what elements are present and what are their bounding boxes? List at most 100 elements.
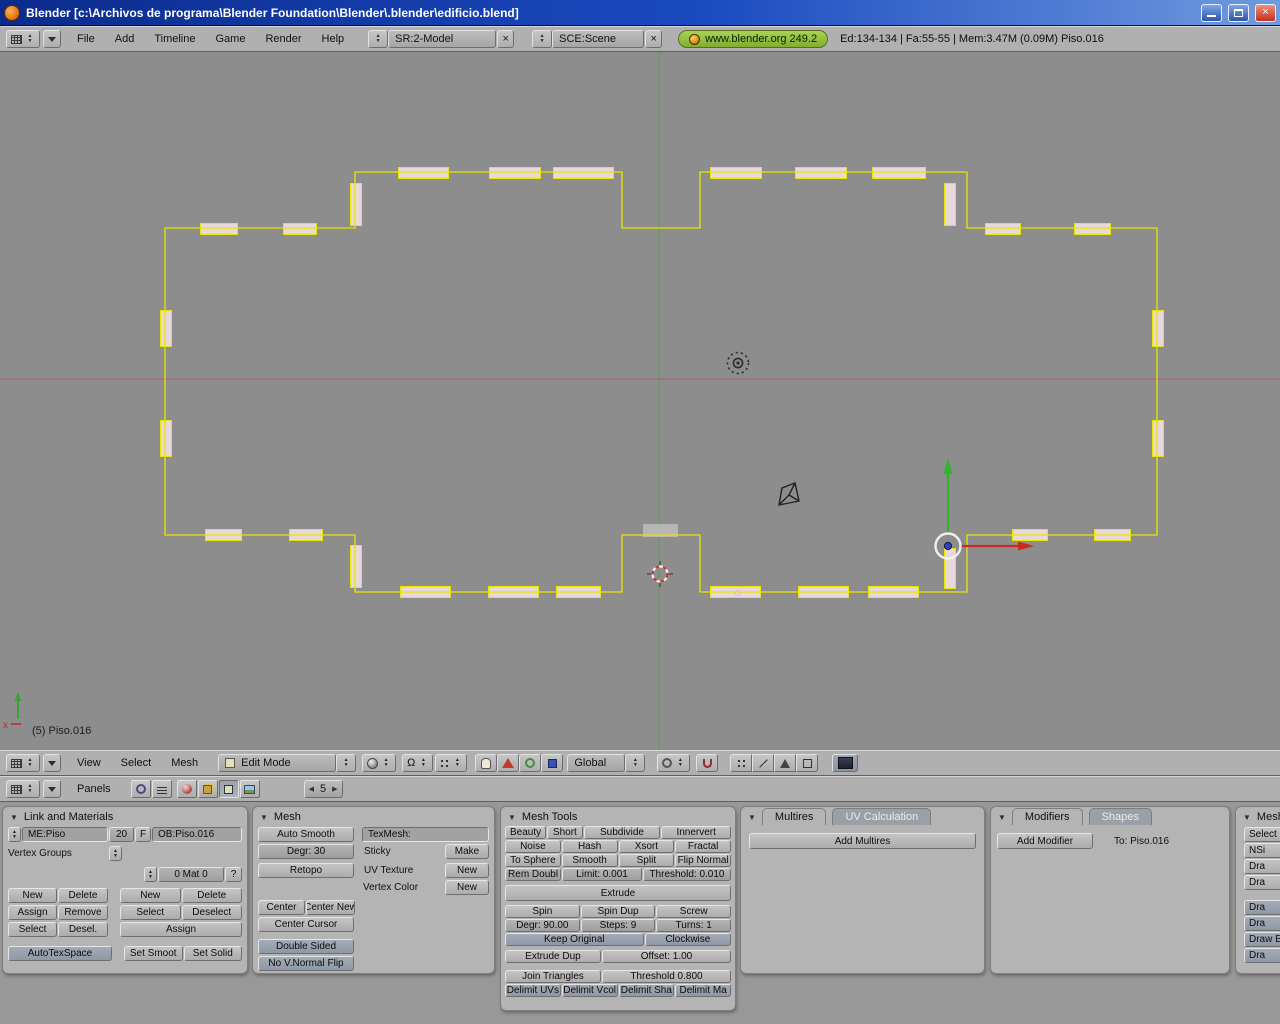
button-fractal[interactable]: Fractal (675, 840, 731, 853)
button-subdivide[interactable]: Subdivide (583, 826, 661, 839)
button-xsort[interactable]: Xsort (618, 840, 675, 853)
window-face[interactable] (1074, 223, 1111, 235)
window-face[interactable] (553, 167, 614, 179)
window-face[interactable] (944, 548, 956, 589)
center-cursor-button[interactable]: Center Cursor (258, 917, 354, 932)
scene-browse-button[interactable]: ▲ ▼ (532, 30, 553, 48)
collapse-triangle-icon[interactable]: ▼ (260, 813, 268, 825)
orbit-dropdown[interactable]: ▲ ▼ (435, 754, 468, 772)
vgroup-assign-button[interactable]: Assign (8, 905, 57, 920)
material-index-button[interactable]: 0 Mat 0 (158, 867, 224, 882)
double-sided-button[interactable]: Double Sided (258, 939, 354, 954)
menu-help[interactable]: Help (312, 33, 355, 45)
render-preview-button[interactable] (832, 754, 859, 772)
auto-smooth-button[interactable]: Auto Smooth (258, 827, 354, 842)
button-to-sphere[interactable]: To Sphere (505, 854, 561, 867)
button-split[interactable]: Split (618, 854, 675, 867)
transform-manipulator[interactable] (934, 458, 1035, 560)
button-turns-1[interactable]: Turns: 1 (656, 919, 732, 932)
close-button[interactable]: × (1255, 3, 1276, 22)
button-short[interactable]: Short (547, 826, 583, 839)
frame-number-field[interactable]: ◀ 5 ▶ (303, 780, 343, 798)
editing-context-button[interactable] (218, 780, 239, 798)
viewport-canvas[interactable]: x (5) Piso.016 (0, 52, 1280, 750)
screen-delete-button[interactable]: × (497, 30, 515, 48)
vgroup-remove-button[interactable]: Remove (58, 905, 108, 920)
degr-field[interactable]: Degr: 30 (258, 844, 354, 859)
proportional-edit-dropdown[interactable]: ▲ ▼ (657, 754, 691, 772)
material-deselect-button[interactable]: Deselect (181, 905, 242, 920)
viewport-type-button[interactable]: ▲ ▼ (6, 754, 40, 772)
material-new-button[interactable]: New (120, 888, 181, 903)
tab-multires[interactable]: Multires (761, 808, 827, 825)
window-face[interactable] (985, 223, 1021, 235)
set-smooth-button[interactable]: Set Smoot (124, 946, 183, 961)
window-face[interactable] (200, 223, 238, 235)
vertex-select-button[interactable] (730, 754, 753, 772)
script-context-button[interactable] (151, 780, 172, 798)
material-delete-button[interactable]: Delete (181, 888, 242, 903)
tab-modifiers[interactable]: Modifiers (1011, 808, 1083, 825)
object-name-field[interactable]: OB:Piso.016 (152, 827, 242, 842)
collapse-triangle-icon[interactable]: ▼ (748, 813, 756, 825)
manipulator-translate-button[interactable] (497, 754, 520, 772)
button-spin-dup[interactable]: Spin Dup (580, 905, 656, 918)
button-rem-doubl[interactable]: Rem Doubl (505, 868, 562, 881)
pivot-dropdown[interactable]: Ω ▲ ▼ (402, 754, 434, 772)
window-face[interactable] (872, 167, 926, 179)
lamp-object[interactable] (726, 351, 750, 375)
button-steps-9[interactable]: Steps: 9 (580, 919, 656, 932)
material-select-button[interactable]: Select (120, 905, 181, 920)
window-face[interactable] (1152, 420, 1164, 457)
retopo-button[interactable]: Retopo (258, 863, 354, 878)
tab-shapes[interactable]: Shapes (1088, 808, 1152, 825)
button-flip-normal[interactable]: Flip Normal (675, 854, 731, 867)
collapse-triangle-icon[interactable]: ▼ (10, 813, 18, 825)
texmesh-field[interactable]: TexMesh: (362, 827, 489, 842)
no-vnormal-flip-button[interactable]: No V.Normal Flip (258, 956, 354, 971)
window-face[interactable] (283, 223, 317, 235)
button-join-triangles[interactable]: Join Triangles (505, 970, 601, 983)
material-assign-button[interactable]: Assign (120, 922, 242, 937)
snap-magnet-button[interactable] (696, 754, 719, 772)
uv-texture-new-button[interactable]: New (445, 863, 489, 878)
orientation-dropdown[interactable]: Global ▲ ▼ (567, 754, 646, 772)
draw-type-dropdown[interactable]: ▲ ▼ (362, 754, 397, 772)
button-threshold-0-010[interactable]: Threshold: 0.010 (642, 868, 731, 881)
object-context-button[interactable] (197, 780, 218, 798)
manipulator-toggle-button[interactable] (475, 754, 498, 772)
window-face[interactable] (398, 167, 449, 179)
camera-object[interactable] (778, 482, 800, 506)
vertex-group-stepper[interactable]: ▲ ▼ (109, 846, 122, 861)
orientation-stepper[interactable]: ▲ ▼ (625, 754, 646, 772)
window-face[interactable] (160, 420, 172, 457)
occlude-select-button[interactable] (796, 754, 819, 772)
mesh-name-field[interactable]: ME:Piso (22, 827, 108, 842)
button-dra[interactable]: Dra (1244, 900, 1280, 915)
minimize-button[interactable] (1201, 3, 1222, 22)
vertex-color-new-button[interactable]: New (445, 880, 489, 895)
frame-decrement-icon[interactable]: ◀ (309, 785, 314, 793)
edge-select-button[interactable] (752, 754, 775, 772)
material-help-button[interactable]: ? (225, 867, 242, 882)
center-button[interactable]: Center (258, 900, 305, 915)
buttons-window-type-button[interactable]: ▲ ▼ (6, 780, 40, 798)
users-count-button[interactable]: 20 (109, 827, 134, 842)
buttons-menu-collapse-button[interactable] (43, 780, 61, 798)
button-degr-90-00[interactable]: Degr: 90.00 (505, 919, 580, 932)
button-noise[interactable]: Noise (505, 840, 561, 853)
menu-select[interactable]: Select (111, 757, 162, 769)
button-nsi[interactable]: NSi (1244, 843, 1280, 858)
logic-context-button[interactable] (130, 780, 151, 798)
vgroup-new-button[interactable]: New (8, 888, 57, 903)
button-keep-original[interactable]: Keep Original (505, 933, 644, 946)
window-face[interactable] (710, 167, 762, 179)
window-face[interactable] (160, 310, 172, 347)
manipulator-scale-button[interactable] (541, 754, 564, 772)
window-face[interactable] (489, 167, 541, 179)
manipulator-rotate-button[interactable] (519, 754, 542, 772)
button-screw[interactable]: Screw (656, 905, 732, 918)
add-multires-button[interactable]: Add Multires (749, 833, 976, 849)
button-innervert[interactable]: Innervert (661, 826, 731, 839)
menu-render[interactable]: Render (255, 33, 311, 45)
